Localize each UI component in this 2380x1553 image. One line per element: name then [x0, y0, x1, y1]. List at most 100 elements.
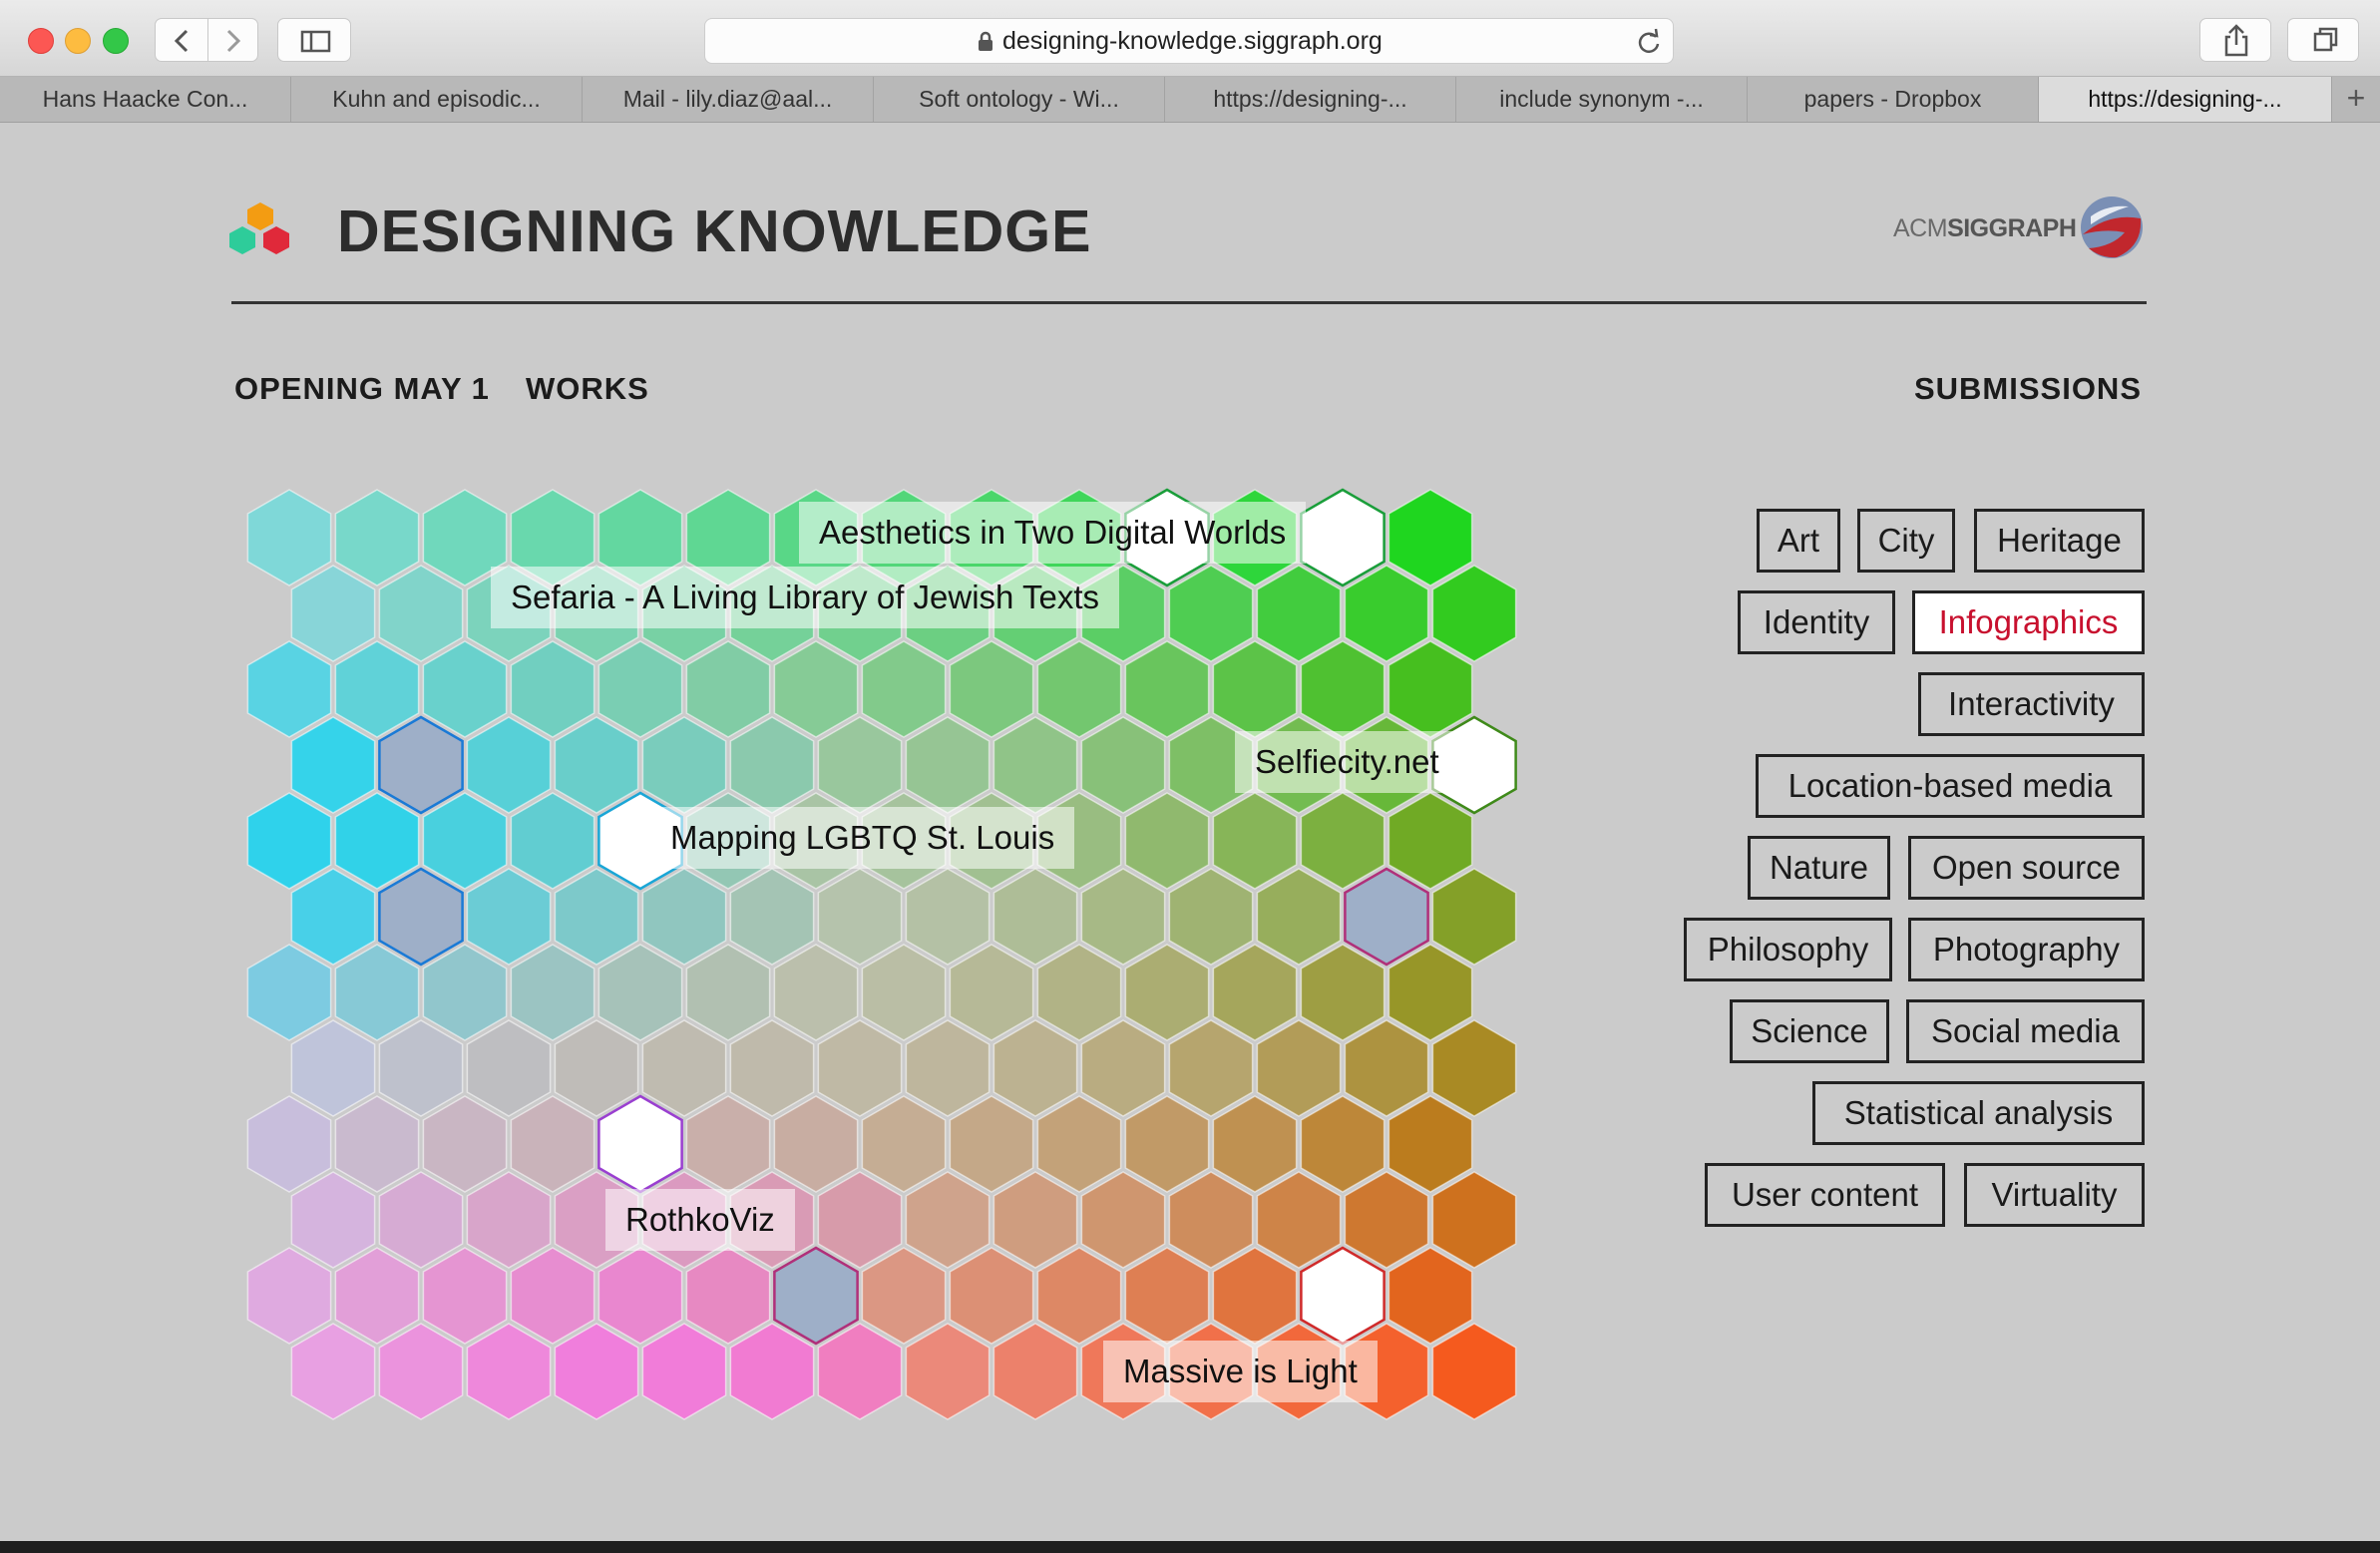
tag-heritage[interactable]: Heritage — [1974, 509, 2145, 573]
hex-cell[interactable] — [1124, 640, 1210, 738]
hex-cell[interactable] — [1388, 944, 1473, 1041]
hex-cell[interactable] — [1388, 640, 1473, 738]
hex-cell[interactable] — [729, 716, 815, 814]
tag-city[interactable]: City — [1857, 509, 1955, 573]
hex-cell[interactable] — [773, 1095, 859, 1193]
hex-cell[interactable] — [334, 792, 420, 890]
hex-cell[interactable] — [1168, 868, 1254, 966]
hex-cell[interactable] — [817, 1019, 903, 1117]
close-window-button[interactable] — [28, 28, 54, 54]
hex-cell[interactable] — [246, 1095, 332, 1193]
hex-cell[interactable] — [597, 944, 683, 1041]
work-label-sefaria[interactable]: Sefaria - A Living Library of Jewish Tex… — [491, 567, 1120, 628]
hex-cell[interactable] — [1388, 792, 1473, 890]
hex-cell[interactable] — [1300, 1095, 1386, 1193]
hex-cell[interactable] — [466, 1019, 552, 1117]
hex-cell[interactable] — [378, 1323, 464, 1420]
hex-cell[interactable] — [1431, 565, 1517, 662]
hex-cell[interactable] — [1212, 944, 1298, 1041]
hex-cell[interactable] — [1036, 944, 1122, 1041]
hex-cell[interactable] — [1168, 1171, 1254, 1269]
hex-cell[interactable] — [729, 1323, 815, 1420]
hex-cell[interactable] — [378, 1171, 464, 1269]
hex-cell[interactable] — [1431, 1019, 1517, 1117]
hex-cell[interactable] — [992, 1323, 1078, 1420]
hex-cell[interactable] — [817, 716, 903, 814]
hex-cell[interactable] — [685, 1095, 771, 1193]
tag-photography[interactable]: Photography — [1908, 918, 2145, 981]
hex-cell[interactable] — [949, 1095, 1034, 1193]
hex-cell[interactable] — [1344, 867, 1429, 967]
hex-cell[interactable] — [466, 868, 552, 966]
hex-cell[interactable] — [378, 1019, 464, 1117]
hex-cell[interactable] — [510, 1095, 595, 1193]
work-hex[interactable] — [1300, 1246, 1386, 1346]
tag-nature[interactable]: Nature — [1748, 836, 1890, 900]
hex-cell[interactable] — [1124, 1095, 1210, 1193]
hex-cell[interactable] — [1431, 1171, 1517, 1269]
hex-cell[interactable] — [949, 944, 1034, 1041]
hex-cell[interactable] — [378, 715, 464, 815]
work-label-massive-is-light[interactable]: Massive is Light — [1103, 1341, 1378, 1402]
minimize-window-button[interactable] — [65, 28, 91, 54]
browser-tab[interactable]: papers - Dropbox — [1748, 77, 2039, 122]
hex-cell[interactable] — [334, 640, 420, 738]
hex-cell[interactable] — [1080, 1019, 1166, 1117]
hex-cell[interactable] — [1300, 944, 1386, 1041]
hex-cell[interactable] — [992, 716, 1078, 814]
hex-cell[interactable] — [1124, 1247, 1210, 1345]
hex-cell[interactable] — [597, 1247, 683, 1345]
hex-cell[interactable] — [290, 1323, 376, 1420]
hex-cell[interactable] — [510, 944, 595, 1041]
hex-cell[interactable] — [290, 868, 376, 966]
tag-infographics[interactable]: Infographics — [1912, 590, 2145, 654]
browser-tab-active[interactable]: https://designing-... — [2039, 77, 2332, 122]
site-title[interactable]: DESIGNING KNOWLEDGE — [337, 197, 1092, 265]
hex-cell[interactable] — [1431, 1323, 1517, 1420]
hex-cell[interactable] — [905, 1323, 991, 1420]
reload-icon[interactable] — [1635, 28, 1663, 56]
nav-submissions-link[interactable]: SUBMISSIONS — [1914, 371, 2142, 407]
hex-cell[interactable] — [1168, 1019, 1254, 1117]
hex-cell[interactable] — [1256, 868, 1342, 966]
hex-cell[interactable] — [1344, 1171, 1429, 1269]
hex-cell[interactable] — [729, 1019, 815, 1117]
share-button[interactable] — [2199, 18, 2271, 62]
work-hex[interactable] — [597, 1094, 683, 1194]
hex-cell[interactable] — [1036, 1095, 1122, 1193]
browser-tab[interactable]: Kuhn and episodic... — [291, 77, 583, 122]
hex-cell[interactable] — [554, 716, 639, 814]
nav-opening-link[interactable]: OPENING MAY 1 — [234, 371, 490, 407]
hex-cell[interactable] — [1431, 868, 1517, 966]
browser-tab[interactable]: Mail - lily.diaz@aal... — [583, 77, 874, 122]
hex-cell[interactable] — [1256, 1171, 1342, 1269]
hex-cell[interactable] — [290, 565, 376, 662]
tag-statistical-analysis[interactable]: Statistical analysis — [1812, 1081, 2145, 1145]
hex-cell[interactable] — [334, 944, 420, 1041]
work-label-rothkoviz[interactable]: RothkoViz — [605, 1189, 795, 1251]
hex-cell[interactable] — [510, 792, 595, 890]
hex-cell[interactable] — [510, 1247, 595, 1345]
tag-art[interactable]: Art — [1757, 509, 1840, 573]
hex-cell[interactable] — [334, 1095, 420, 1193]
hex-cell[interactable] — [1212, 1095, 1298, 1193]
hex-cell[interactable] — [1124, 944, 1210, 1041]
hex-cell[interactable] — [1080, 868, 1166, 966]
hex-cell[interactable] — [685, 1247, 771, 1345]
hex-cell[interactable] — [246, 640, 332, 738]
hex-cell[interactable] — [861, 640, 947, 738]
hex-cell[interactable] — [1080, 716, 1166, 814]
hex-cell[interactable] — [861, 1095, 947, 1193]
hex-cell[interactable] — [1344, 565, 1429, 662]
tag-identity[interactable]: Identity — [1738, 590, 1895, 654]
hex-cell[interactable] — [378, 867, 464, 967]
tag-social-media[interactable]: Social media — [1906, 999, 2145, 1063]
hex-cell[interactable] — [422, 792, 508, 890]
hex-cell[interactable] — [1300, 640, 1386, 738]
hex-cell[interactable] — [597, 640, 683, 738]
hex-cell[interactable] — [992, 1171, 1078, 1269]
hex-cell[interactable] — [1212, 1247, 1298, 1345]
hex-cell[interactable] — [1212, 792, 1298, 890]
hex-cell[interactable] — [422, 944, 508, 1041]
hex-cell[interactable] — [949, 1247, 1034, 1345]
